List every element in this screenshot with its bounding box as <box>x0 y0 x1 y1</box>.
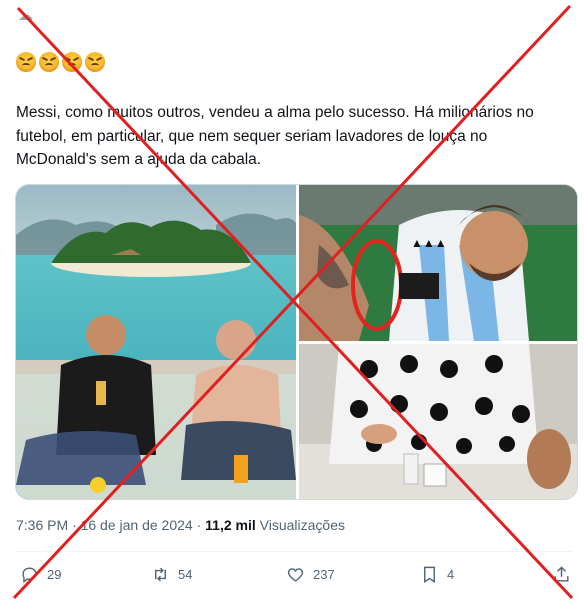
post-media-grid: ▲▲▲ <box>15 184 578 500</box>
views-label: Visualizações <box>259 517 345 533</box>
post-metadata: 7:36 PM · 16 de jan de 2024 · 11,2 mil V… <box>16 517 345 533</box>
bookmark-icon <box>424 566 435 583</box>
reply-button[interactable]: 29 <box>20 565 61 584</box>
photo-panda-jacket-table[interactable] <box>299 344 578 500</box>
photo-beach-yacht[interactable] <box>16 185 296 500</box>
repost-button[interactable]: 54 <box>151 565 192 584</box>
post-text: Messi, como muitos outros, vendeu a alma… <box>16 104 534 168</box>
meta-separator: · <box>196 517 202 533</box>
action-bar: 29 54 237 4 <box>0 565 584 589</box>
post-date[interactable]: 16 de jan de 2024 <box>81 517 193 533</box>
divider <box>16 551 572 552</box>
reply-icon <box>22 567 37 584</box>
emoji-row <box>16 52 105 72</box>
repost-icon <box>155 567 166 582</box>
share-button[interactable] <box>552 565 571 584</box>
bookmark-count: 4 <box>447 567 455 582</box>
svg-text:▲▲▲: ▲▲▲ <box>411 236 447 250</box>
heart-icon <box>287 568 304 582</box>
angry-face-icon <box>16 52 36 72</box>
angry-face-icon <box>85 52 105 72</box>
views-count: 11,2 mil <box>205 517 256 533</box>
bookmark-button[interactable]: 4 <box>420 565 454 584</box>
repost-count: 54 <box>178 567 193 582</box>
like-count: 237 <box>313 567 335 582</box>
reply-count: 29 <box>47 567 62 582</box>
like-button[interactable]: 237 <box>286 565 335 584</box>
cloud-icon: ☁ <box>18 7 33 24</box>
angry-face-icon <box>62 52 82 72</box>
angry-face-icon <box>39 52 59 72</box>
meta-separator: · <box>72 517 77 533</box>
share-icon <box>554 566 569 582</box>
photo-messi-tattoo-circled[interactable]: ▲▲▲ <box>299 185 578 341</box>
post-time[interactable]: 7:36 PM <box>16 517 68 533</box>
